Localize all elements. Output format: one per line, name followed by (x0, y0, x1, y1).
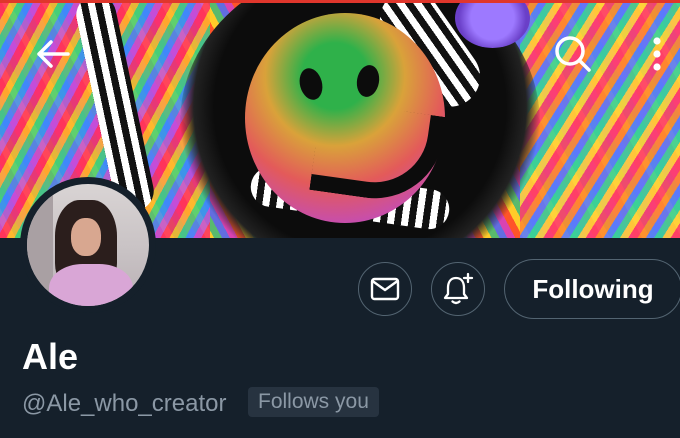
back-button[interactable] (28, 32, 78, 76)
message-button[interactable] (358, 262, 412, 316)
banner-smiley-face (245, 13, 447, 223)
avatar-photo-shirt (49, 264, 133, 306)
smiley-right-eye (354, 63, 382, 99)
notifications-button[interactable] (431, 262, 485, 316)
more-options-button[interactable] (642, 30, 672, 78)
smiley-left-eye (296, 65, 326, 103)
following-button-label: Following (532, 273, 654, 304)
arrow-left-icon (37, 40, 70, 68)
avatar[interactable] (20, 177, 156, 313)
avatar-photo-face (71, 218, 101, 256)
avatar-photo (27, 184, 149, 306)
search-button[interactable] (548, 30, 598, 78)
bell-plus-icon (443, 272, 474, 305)
mail-icon (370, 277, 400, 301)
more-vertical-icon (653, 37, 661, 71)
profile-handle: @Ale_who_creator (22, 390, 227, 417)
follows-you-badge: Follows you (248, 387, 379, 417)
follows-you-label: Follows you (258, 390, 369, 413)
search-icon (555, 36, 591, 72)
following-button[interactable]: Following (504, 259, 680, 319)
profile-display-name: Ale (22, 336, 79, 377)
